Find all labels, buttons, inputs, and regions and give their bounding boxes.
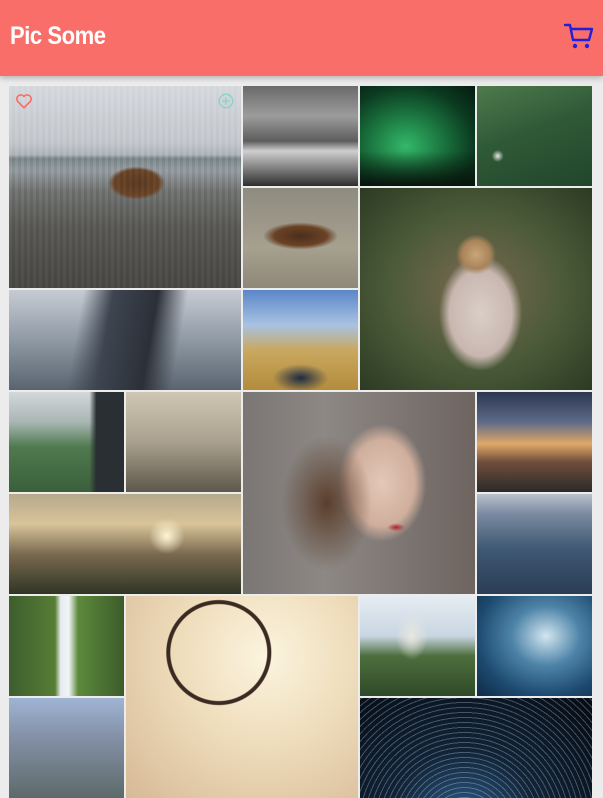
header: Pic Some [0, 0, 603, 76]
photo-woman-portrait[interactable] [243, 392, 475, 594]
photo-railway-sunset[interactable] [477, 392, 592, 492]
photo-green-pines[interactable] [477, 86, 592, 186]
photo-city-park[interactable] [9, 392, 124, 492]
add-to-cart-icon[interactable] [217, 92, 235, 110]
photo-bear[interactable] [9, 86, 241, 288]
photo-skyscraper[interactable] [9, 290, 241, 390]
photo-mountain-lake[interactable] [9, 698, 124, 798]
photo-misty-forest[interactable] [243, 86, 358, 186]
photo-sea-waves[interactable] [477, 494, 592, 594]
photo-valley-sunset[interactable] [9, 494, 241, 594]
heart-icon[interactable] [15, 92, 33, 110]
photo-wave[interactable] [477, 596, 592, 696]
photo-star-trails[interactable] [360, 698, 592, 798]
cart-icon[interactable] [563, 20, 595, 52]
photo-castle[interactable] [360, 596, 475, 696]
photo-feet-field[interactable] [243, 290, 358, 390]
photo-dead-trees[interactable] [126, 392, 241, 492]
photo-eagle[interactable] [243, 188, 358, 288]
photo-pug-blanket[interactable] [360, 188, 592, 390]
photo-waterfall[interactable] [9, 596, 124, 696]
photo-aurora[interactable] [360, 86, 475, 186]
page-title: Pic Some [10, 22, 106, 50]
photo-grid [9, 86, 592, 798]
photo-dreamcatcher[interactable] [126, 596, 358, 798]
